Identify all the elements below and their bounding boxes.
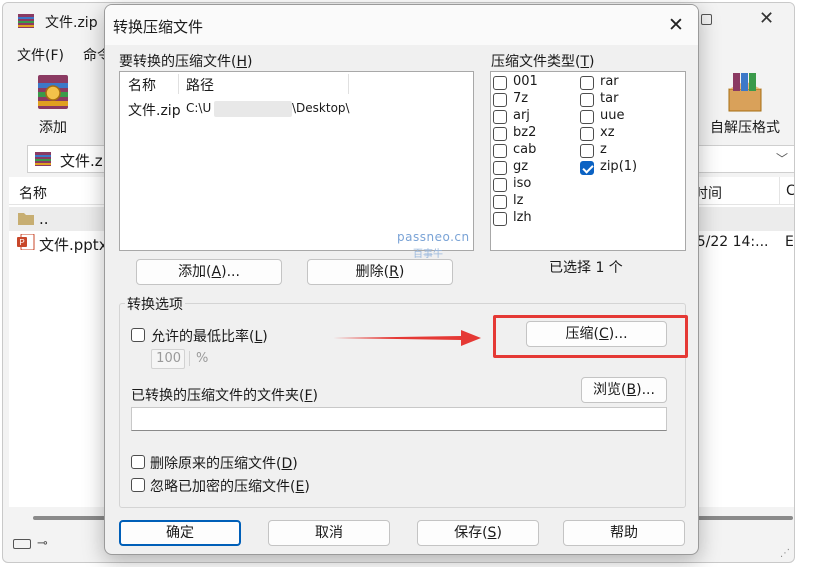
type-checkbox-arj[interactable] bbox=[493, 110, 507, 124]
type-checkbox-tar[interactable] bbox=[580, 93, 594, 107]
delete-button[interactable]: 删除(R) bbox=[307, 259, 453, 285]
key-icon[interactable]: ⊸ bbox=[37, 536, 48, 551]
watermark: passneo.cn bbox=[397, 230, 470, 244]
chevron-down-icon[interactable]: ﹀ bbox=[776, 150, 788, 167]
selected-count: 已选择 1 个 bbox=[549, 260, 623, 276]
type-label: tar bbox=[600, 91, 619, 106]
close-icon[interactable]: ✕ bbox=[759, 8, 774, 29]
type-label: z bbox=[600, 142, 607, 157]
types-label: 压缩文件类型(T) bbox=[491, 54, 595, 70]
convert-archives-dialog: 转换压缩文件 ✕ 要转换的压缩文件(H) 名称 路径 文件.zip C:\U \… bbox=[104, 4, 699, 555]
add-button[interactable]: 添加(A)... bbox=[136, 259, 282, 285]
min-ratio-checkbox[interactable] bbox=[131, 328, 145, 342]
type-label: lzh bbox=[513, 210, 532, 225]
menu-file[interactable]: 文件(F) bbox=[17, 45, 64, 65]
type-label: gz bbox=[513, 159, 529, 174]
toolbar-add-button[interactable]: 添加 bbox=[23, 71, 83, 137]
maximize-icon[interactable] bbox=[701, 14, 712, 25]
drive-icon[interactable] bbox=[13, 539, 31, 549]
list-item[interactable]: 文件.zip C:\U \Desktop\ bbox=[120, 100, 473, 120]
type-checkbox-z[interactable] bbox=[580, 144, 594, 158]
output-folder-label: 已转换的压缩文件的文件夹(F) bbox=[131, 388, 318, 404]
files-label: 要转换的压缩文件(H) bbox=[119, 54, 253, 70]
type-label: uue bbox=[600, 108, 625, 123]
column-path[interactable]: 路径 bbox=[186, 75, 214, 95]
column-type[interactable]: C bbox=[786, 183, 794, 199]
type-label: 001 bbox=[513, 74, 538, 89]
watermark-sub: 百事牛 bbox=[413, 249, 443, 260]
type-label: zip(1) bbox=[600, 159, 638, 174]
ratio-unit: % bbox=[189, 351, 208, 366]
toolbar-sfx-label: 自解压格式 bbox=[710, 120, 780, 136]
type-checkbox-cab[interactable] bbox=[493, 144, 507, 158]
conversion-options-title: 转换选项 bbox=[125, 294, 185, 314]
type-label: arj bbox=[513, 108, 530, 123]
type-checkbox-uue[interactable] bbox=[580, 110, 594, 124]
file-name: .. bbox=[39, 210, 49, 228]
archive-name: 文件.zip bbox=[128, 103, 181, 119]
winrar-archive-icon bbox=[18, 14, 34, 28]
type-checkbox-7z[interactable] bbox=[493, 93, 507, 107]
column-name[interactable]: 名称 bbox=[128, 75, 156, 95]
file-type: El bbox=[785, 234, 794, 250]
type-checkbox-001[interactable] bbox=[493, 76, 507, 90]
type-label: xz bbox=[600, 125, 615, 140]
ratio-input[interactable]: 100 bbox=[151, 349, 185, 369]
column-name[interactable]: 名称 bbox=[19, 183, 47, 203]
dialog-title: 转换压缩文件 bbox=[113, 18, 204, 36]
dialog-titlebar: 转换压缩文件 ✕ bbox=[105, 5, 698, 45]
type-checkbox-bz2[interactable] bbox=[493, 127, 507, 141]
red-arrow-icon bbox=[333, 330, 481, 346]
resize-grip-icon[interactable]: ⋰ bbox=[780, 548, 790, 559]
type-label: bz2 bbox=[513, 125, 537, 140]
window-title: 文件.zip bbox=[45, 15, 98, 31]
browse-button[interactable]: 浏览(B)... bbox=[581, 377, 667, 403]
delete-original-label: 删除原来的压缩文件(D) bbox=[150, 456, 298, 472]
delete-original-checkbox[interactable] bbox=[131, 455, 145, 469]
type-checkbox-rar[interactable] bbox=[580, 76, 594, 90]
archive-path-start: C:\U bbox=[186, 101, 212, 115]
winrar-add-icon bbox=[38, 75, 68, 109]
type-checkbox-zip[interactable] bbox=[580, 161, 594, 175]
archive-list-header: 名称 路径 bbox=[120, 72, 473, 96]
type-checkbox-xz[interactable] bbox=[580, 127, 594, 141]
file-name: 文件.pptx bbox=[39, 236, 108, 254]
column-separator[interactable] bbox=[348, 74, 349, 94]
type-checkbox-lzh[interactable] bbox=[493, 212, 507, 226]
winrar-archive-icon bbox=[35, 152, 51, 166]
save-button[interactable]: 保存(S) bbox=[417, 520, 539, 546]
type-checkbox-lz[interactable] bbox=[493, 195, 507, 209]
output-folder-field[interactable] bbox=[131, 407, 667, 431]
toolbar-add-label: 添加 bbox=[39, 120, 67, 136]
redacted-path bbox=[214, 101, 292, 117]
type-checkbox-iso[interactable] bbox=[493, 178, 507, 192]
svg-text:P: P bbox=[19, 238, 24, 247]
ignore-encrypted-label: 忽略已加密的压缩文件(E) bbox=[150, 479, 310, 495]
ok-button[interactable]: 确定 bbox=[119, 520, 241, 546]
type-label: rar bbox=[600, 74, 619, 89]
address-text: 文件.zi bbox=[60, 152, 107, 170]
file-date: /5/22 14:... bbox=[692, 234, 769, 250]
help-button[interactable]: 帮助 bbox=[563, 520, 685, 546]
archive-path-end: \Desktop\ bbox=[292, 101, 350, 115]
winrar-sfx-icon bbox=[728, 73, 762, 112]
type-checkbox-gz[interactable] bbox=[493, 161, 507, 175]
archive-file-list[interactable]: 名称 路径 文件.zip C:\U \Desktop\ bbox=[119, 71, 474, 251]
column-separator[interactable] bbox=[178, 74, 179, 94]
type-label: iso bbox=[513, 176, 532, 191]
powerpoint-file-icon: P bbox=[17, 234, 35, 250]
type-label: 7z bbox=[513, 91, 529, 106]
archive-type-list: 001 7z arj bz2 cab gz iso lz lzh rar tar… bbox=[490, 71, 686, 251]
toolbar-sfx-button[interactable]: 自解压格式 bbox=[700, 71, 790, 137]
type-label: cab bbox=[513, 142, 537, 157]
close-icon[interactable]: ✕ bbox=[661, 11, 691, 39]
min-ratio-label: 允许的最低比率(L) bbox=[151, 329, 268, 345]
column-separator[interactable] bbox=[779, 177, 780, 205]
compress-button[interactable]: 压缩(C)... bbox=[526, 321, 667, 347]
folder-icon bbox=[18, 213, 34, 225]
ignore-encrypted-checkbox[interactable] bbox=[131, 478, 145, 492]
type-label: lz bbox=[513, 193, 524, 208]
cancel-button[interactable]: 取消 bbox=[268, 520, 390, 546]
